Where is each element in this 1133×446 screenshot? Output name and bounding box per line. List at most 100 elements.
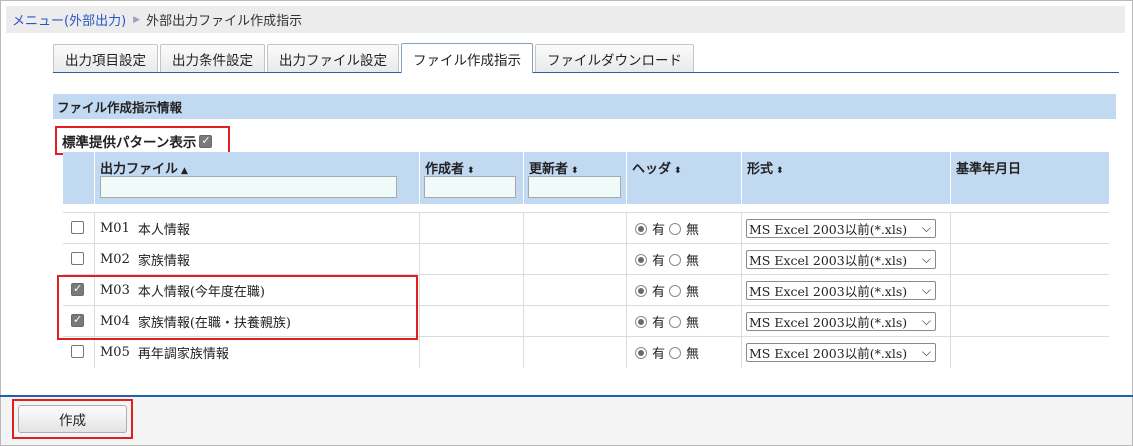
sort-icon: ⬍ bbox=[571, 166, 579, 176]
header-file-label: 出力ファイル bbox=[100, 162, 179, 177]
base-date-cell bbox=[950, 306, 1109, 337]
section-title: ファイル作成指示情報 bbox=[53, 94, 1116, 119]
file-name: 本人情報 bbox=[137, 223, 190, 238]
breadcrumb: メニュー(外部出力) ▶ 外部出力ファイル作成指示 bbox=[6, 6, 1125, 33]
table-row: M02 家族情報 有無 MS Excel 2003以前(*.xls) ⌵ bbox=[63, 243, 1109, 275]
header-author-label: 作成者 bbox=[425, 162, 465, 177]
format-select-value: MS Excel 2003以前(*.xls) bbox=[749, 346, 908, 361]
header-option-cell: 有無 bbox=[626, 337, 741, 368]
header-option-cell: 有無 bbox=[626, 306, 741, 337]
format-select[interactable]: MS Excel 2003以前(*.xls) ⌵ bbox=[746, 312, 936, 331]
updater-cell bbox=[523, 306, 626, 337]
header-yes-radio[interactable] bbox=[635, 284, 647, 297]
file-name-cell: M02 家族情報 bbox=[94, 244, 419, 275]
header-no-label: 無 bbox=[686, 223, 700, 238]
table-row: M05 再年調家族情報 有無 MS Excel 2003以前(*.xls) ⌵ bbox=[63, 336, 1109, 368]
tab-bar: 出力項目設定 出力条件設定 出力ファイル設定 ファイル作成指示 ファイルダウンロ… bbox=[53, 43, 696, 73]
header-yes-label: 有 bbox=[652, 347, 666, 362]
sort-icon: ⬍ bbox=[674, 166, 682, 176]
author-cell bbox=[419, 244, 523, 275]
chevron-down-icon: ⌵ bbox=[921, 314, 931, 328]
header-yes-radio[interactable] bbox=[635, 253, 647, 266]
format-cell: MS Excel 2003以前(*.xls) ⌵ bbox=[741, 306, 950, 337]
create-button[interactable]: 作成 bbox=[18, 405, 127, 433]
footer-bar bbox=[1, 397, 1132, 445]
header-no-radio[interactable] bbox=[669, 315, 682, 328]
base-date-cell bbox=[950, 275, 1109, 306]
format-select[interactable]: MS Excel 2003以前(*.xls) ⌵ bbox=[746, 219, 936, 238]
chevron-down-icon: ⌵ bbox=[921, 252, 931, 266]
header-no-radio[interactable] bbox=[669, 346, 682, 359]
base-date-cell bbox=[950, 244, 1109, 275]
chevron-down-icon: ⌵ bbox=[921, 345, 931, 359]
format-select-value: MS Excel 2003以前(*.xls) bbox=[749, 284, 908, 299]
format-cell: MS Excel 2003以前(*.xls) ⌵ bbox=[741, 244, 950, 275]
format-cell: MS Excel 2003以前(*.xls) ⌵ bbox=[741, 275, 950, 306]
breadcrumb-current: 外部出力ファイル作成指示 bbox=[146, 14, 303, 29]
file-code: M05 bbox=[100, 345, 130, 360]
standard-pattern-checkbox[interactable] bbox=[199, 134, 213, 148]
header-yes-radio[interactable] bbox=[635, 346, 647, 359]
row-checkbox[interactable] bbox=[71, 345, 84, 358]
updater-filter-input[interactable] bbox=[528, 176, 621, 198]
sort-icon: ⬍ bbox=[776, 166, 784, 176]
header-yes-radio[interactable] bbox=[635, 222, 647, 235]
format-select-value: MS Excel 2003以前(*.xls) bbox=[749, 253, 908, 268]
header-no-label: 無 bbox=[686, 285, 700, 300]
standard-pattern-toggle: 標準提供パターン表示 bbox=[55, 126, 230, 155]
header-yes-label: 有 bbox=[652, 254, 666, 269]
breadcrumb-parent-link[interactable]: メニュー(外部出力) bbox=[12, 10, 126, 29]
author-cell bbox=[419, 306, 523, 337]
sort-icon: ⬍ bbox=[467, 166, 475, 176]
header-option-cell: 有無 bbox=[626, 275, 741, 306]
header-no-radio[interactable] bbox=[669, 284, 682, 297]
tab-output-items[interactable]: 出力項目設定 bbox=[53, 44, 158, 73]
standard-pattern-label: 標準提供パターン表示 bbox=[62, 134, 197, 151]
selected-rows-highlight bbox=[57, 275, 418, 340]
updater-cell bbox=[523, 213, 626, 244]
base-date-cell bbox=[950, 337, 1109, 368]
sort-asc-icon: ▲ bbox=[181, 166, 188, 176]
format-cell: MS Excel 2003以前(*.xls) ⌵ bbox=[741, 213, 950, 244]
format-select[interactable]: MS Excel 2003以前(*.xls) ⌵ bbox=[746, 343, 936, 362]
header-header[interactable]: ヘッダ ⬍ bbox=[626, 152, 741, 204]
header-no-label: 無 bbox=[686, 316, 700, 331]
author-cell bbox=[419, 275, 523, 306]
format-select[interactable]: MS Excel 2003以前(*.xls) ⌵ bbox=[746, 250, 936, 269]
table-header: 出力ファイル ▲ 作成者 ⬍ 更新者 ⬍ ヘッダ ⬍ 形式 ⬍ 基準年月日 bbox=[63, 152, 1109, 204]
tab-file-creation[interactable]: ファイル作成指示 bbox=[401, 43, 533, 73]
format-select-value: MS Excel 2003以前(*.xls) bbox=[749, 315, 908, 330]
chevron-down-icon: ⌵ bbox=[921, 283, 931, 297]
file-code: M01 bbox=[100, 221, 130, 236]
header-yes-label: 有 bbox=[652, 223, 666, 238]
updater-cell bbox=[523, 244, 626, 275]
format-select[interactable]: MS Excel 2003以前(*.xls) ⌵ bbox=[746, 281, 936, 300]
header-yes-radio[interactable] bbox=[635, 315, 647, 328]
tab-file-download[interactable]: ファイルダウンロード bbox=[535, 44, 694, 73]
tab-output-file-settings[interactable]: 出力ファイル設定 bbox=[267, 44, 399, 73]
header-option-cell: 有無 bbox=[626, 244, 741, 275]
header-format[interactable]: 形式 ⬍ bbox=[741, 152, 950, 204]
breadcrumb-separator-icon: ▶ bbox=[133, 14, 141, 25]
header-select-column bbox=[63, 152, 94, 204]
header-no-radio[interactable] bbox=[669, 253, 682, 266]
header-no-label: 無 bbox=[686, 347, 700, 362]
header-base-date: 基準年月日 bbox=[950, 152, 1109, 204]
row-checkbox[interactable] bbox=[71, 252, 84, 265]
updater-cell bbox=[523, 337, 626, 368]
file-name: 家族情報 bbox=[137, 254, 190, 269]
file-name-cell: M01 本人情報 bbox=[94, 213, 419, 244]
base-date-cell bbox=[950, 213, 1109, 244]
tab-output-conditions[interactable]: 出力条件設定 bbox=[160, 44, 265, 73]
header-yes-label: 有 bbox=[652, 285, 666, 300]
file-name-cell: M05 再年調家族情報 bbox=[94, 337, 419, 368]
header-no-radio[interactable] bbox=[669, 222, 682, 235]
author-filter-input[interactable] bbox=[424, 176, 516, 198]
header-format-label: 形式 bbox=[747, 162, 774, 177]
format-cell: MS Excel 2003以前(*.xls) ⌵ bbox=[741, 337, 950, 368]
table-row: M01 本人情報 有 無 MS Excel 2003以前(*.xls) ⌵ bbox=[63, 212, 1109, 244]
file-filter-input[interactable] bbox=[100, 176, 397, 198]
header-updater-label: 更新者 bbox=[529, 162, 569, 177]
format-select-value: MS Excel 2003以前(*.xls) bbox=[749, 222, 908, 237]
row-checkbox[interactable] bbox=[71, 221, 84, 234]
